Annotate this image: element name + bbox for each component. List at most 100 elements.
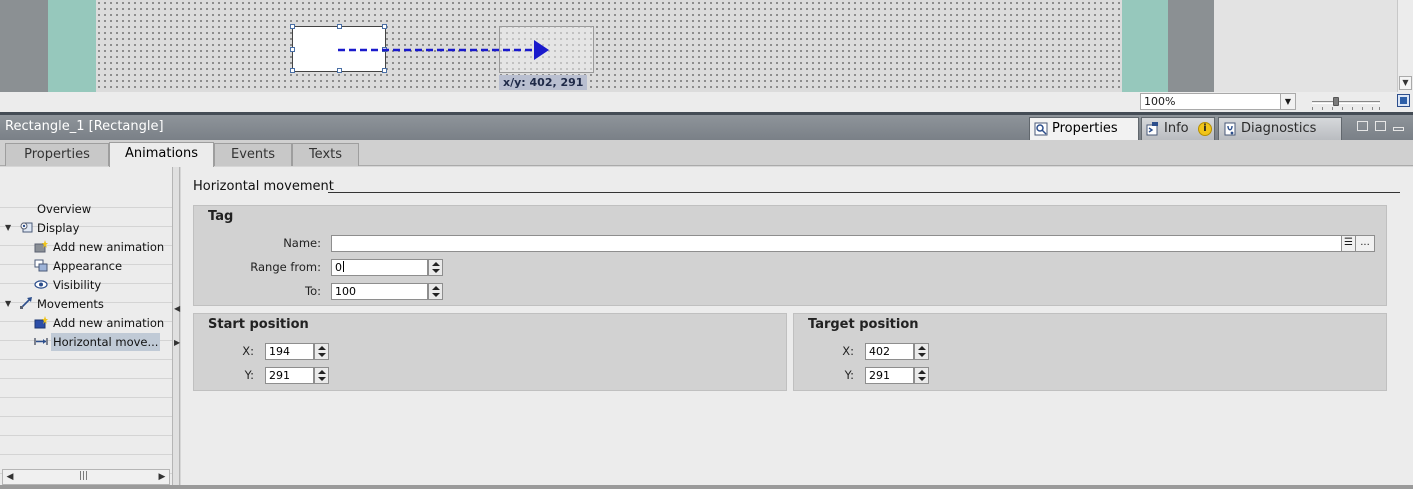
group-title: Target position (808, 317, 919, 332)
tab-diagnostics[interactable]: Diagnostics (1218, 117, 1342, 140)
diagnostics-icon (1224, 122, 1236, 136)
zoom-dropdown[interactable]: 100% ▼ (1140, 93, 1296, 110)
resize-handle[interactable] (382, 68, 387, 73)
animation-tree: Overview ▼ Display Add new animation App… (0, 167, 172, 485)
range-from-spinner[interactable] (428, 259, 443, 276)
resize-handle[interactable] (290, 24, 295, 29)
tree-item-label: Horizontal move... (53, 335, 159, 349)
group-title: Tag (208, 209, 234, 224)
app-window: x/y: 402, 291 ▼ 100% ▼ Rectangle_1 [Rect… (0, 0, 1413, 489)
tree-item-label: Add new animation (53, 240, 165, 254)
target-y-field[interactable]: 291 (865, 367, 914, 384)
start-y-field[interactable]: 291 (265, 367, 314, 384)
maximize-icon[interactable] (1375, 121, 1386, 131)
range-from-label: Range from: (250, 260, 321, 274)
info-badge-icon: i (1198, 122, 1212, 136)
expand-right-icon[interactable]: ▶ (174, 339, 180, 347)
inspector-header: Rectangle_1 [Rectangle] Properties Info … (0, 115, 1413, 140)
scroll-grip-icon[interactable]: ||| (79, 471, 88, 481)
zoom-fit-icon[interactable] (1397, 94, 1410, 107)
tree-item-label: Add new animation (53, 316, 165, 330)
resize-handle[interactable] (290, 68, 295, 73)
group-title: Start position (208, 317, 309, 332)
add-animation-icon (34, 240, 48, 253)
tag-list-icon[interactable]: ☰ (1341, 235, 1356, 252)
tree-item-display[interactable]: Display (37, 219, 79, 237)
appearance-icon (34, 259, 48, 272)
tree-item-visibility[interactable]: Visibility (53, 276, 101, 294)
tree-item-label: Appearance (53, 259, 123, 273)
resize-handle[interactable] (290, 47, 295, 52)
range-to-field[interactable]: 100 (331, 283, 428, 300)
tree-item-overview[interactable]: Overview (37, 200, 91, 218)
movements-icon (20, 297, 32, 309)
section-divider (328, 192, 1400, 193)
tab-label: Diagnostics (1241, 121, 1317, 136)
screen-grid-area[interactable]: x/y: 402, 291 (96, 0, 1122, 92)
resize-handle[interactable] (382, 24, 387, 29)
animation-settings-panel: Horizontal movement Tag Name: ☰ ... Rang… (181, 167, 1413, 485)
visibility-icon (34, 280, 48, 289)
tab-label: Properties (1052, 121, 1118, 136)
tab-properties-inspector[interactable]: Properties (1029, 117, 1139, 140)
collapse-icon[interactable]: ▼ (5, 300, 13, 308)
tree-item-add-animation-movements[interactable]: Add new animation (53, 314, 164, 332)
object-title: Rectangle_1 [Rectangle] (5, 119, 164, 134)
tab-info[interactable]: Info i (1141, 117, 1215, 140)
tree-item-movements[interactable]: Movements (37, 295, 104, 313)
target-y-spinner[interactable] (914, 367, 929, 384)
tab-properties[interactable]: Properties (5, 143, 109, 166)
minimize-icon[interactable] (1393, 127, 1404, 131)
scroll-down-icon[interactable]: ▼ (1399, 76, 1412, 90)
tag-name-field[interactable] (331, 235, 1342, 252)
scroll-left-icon[interactable]: ◀ (3, 470, 17, 484)
window-controls (1357, 121, 1409, 133)
target-x-spinner[interactable] (914, 343, 929, 360)
add-animation-icon (34, 316, 48, 329)
chevron-down-icon[interactable]: ▼ (1280, 94, 1295, 109)
collapse-left-icon[interactable]: ◀ (174, 305, 180, 313)
canvas-margin-right (1168, 0, 1214, 92)
canvas-vertical-scrollbar[interactable]: ▼ (1397, 0, 1413, 92)
start-y-label: Y: (244, 368, 254, 382)
target-position-group: Target position X: 402 Y: 291 (793, 313, 1387, 391)
tree-item-add-animation-display[interactable]: Add new animation (53, 238, 164, 256)
tab-animations[interactable]: Animations (109, 142, 214, 167)
tree-horizontal-scrollbar[interactable]: ◀ ||| ▶ (2, 469, 170, 485)
start-y-spinner[interactable] (314, 367, 329, 384)
section-title: Horizontal movement (193, 179, 334, 194)
collapse-icon[interactable]: ▼ (5, 224, 13, 232)
canvas-border-right (1122, 0, 1168, 92)
zoom-slider[interactable] (1312, 97, 1380, 110)
screen-editor-canvas: x/y: 402, 291 ▼ 100% ▼ (0, 0, 1413, 112)
tree-splitter[interactable]: ◀ ▶ (172, 167, 180, 485)
tree-item-label: Visibility (53, 278, 102, 292)
zoom-slider-thumb[interactable] (1333, 97, 1339, 106)
start-position-group: Start position X: 194 Y: 291 (193, 313, 787, 391)
tree-item-horizontal-movement[interactable]: Horizontal move... (53, 333, 158, 351)
tab-events[interactable]: Events (214, 143, 292, 166)
start-x-field[interactable]: 194 (265, 343, 314, 360)
target-x-label: X: (842, 344, 854, 358)
target-x-field[interactable]: 402 (865, 343, 914, 360)
tab-label: Info (1164, 121, 1189, 136)
tab-texts[interactable]: Texts (292, 143, 359, 166)
name-label: Name: (283, 236, 321, 250)
range-from-field[interactable]: 0 (331, 259, 428, 276)
resize-handle[interactable] (337, 68, 342, 73)
tree-item-label: Display (37, 221, 80, 235)
properties-icon (1034, 122, 1048, 136)
browse-button[interactable]: ... (1355, 235, 1375, 252)
range-to-spinner[interactable] (428, 283, 443, 300)
start-x-spinner[interactable] (314, 343, 329, 360)
canvas-background (1214, 0, 1397, 92)
float-window-icon[interactable] (1357, 121, 1368, 131)
scroll-right-icon[interactable]: ▶ (155, 470, 169, 484)
canvas-margin-left (0, 0, 48, 92)
zoom-value: 100% (1144, 95, 1176, 108)
tree-item-appearance[interactable]: Appearance (53, 257, 122, 275)
movement-arrow (338, 40, 549, 60)
to-label: To: (305, 284, 321, 298)
coordinate-readout: x/y: 402, 291 (499, 75, 588, 90)
resize-handle[interactable] (337, 24, 342, 29)
